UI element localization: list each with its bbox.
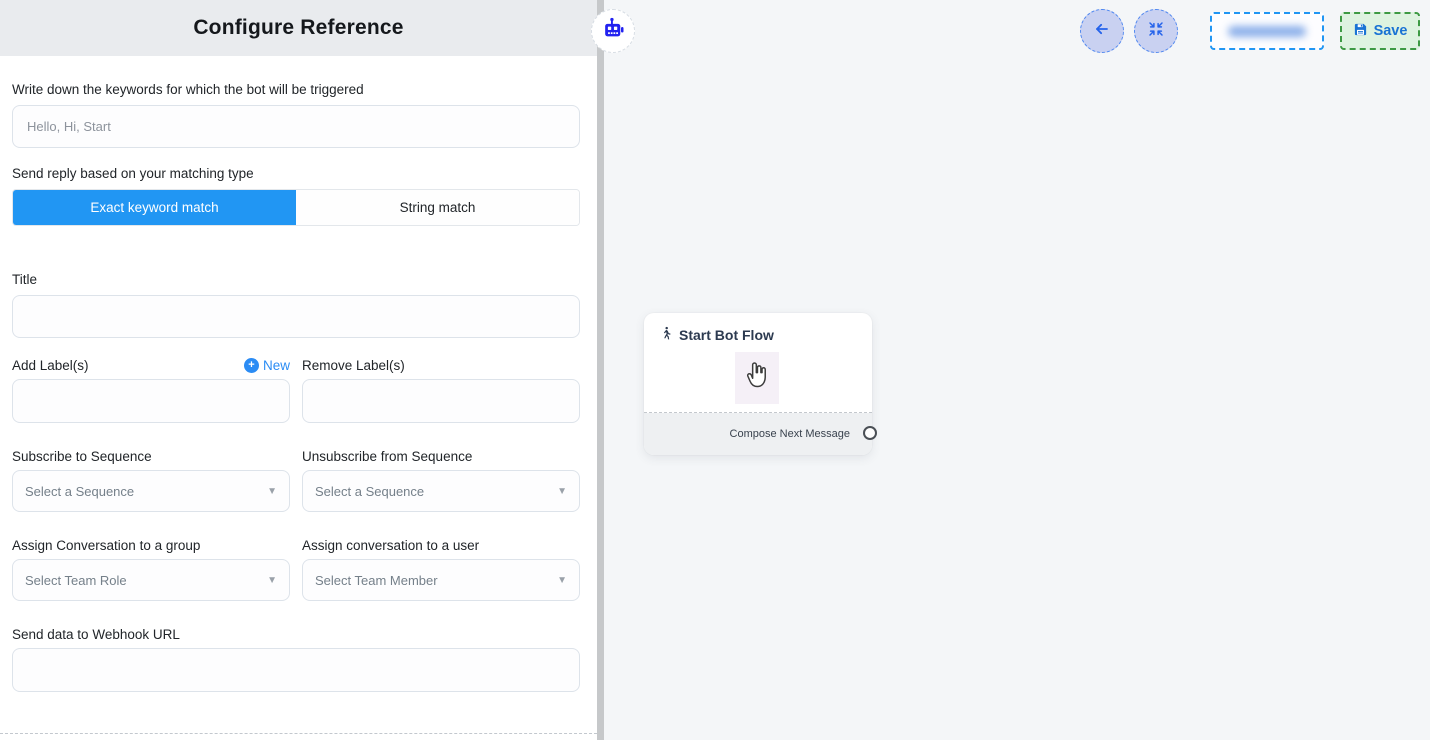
start-bot-flow-node[interactable]: Start Bot Flow Compose Next Message [644, 313, 872, 455]
assign-label-row: Assign Conversation to a group Assign co… [12, 538, 580, 553]
labels-input-row [12, 379, 580, 423]
remove-labels-label: Remove Label(s) [302, 358, 580, 373]
matching-type-toggle: Exact keyword match String match [12, 189, 580, 226]
chevron-down-icon: ▼ [557, 575, 567, 586]
page-title: Configure Reference [193, 16, 403, 40]
assign-select-row: Select Team Role ▼ Select Team Member ▼ [12, 553, 580, 601]
new-label-link[interactable]: + New [244, 358, 290, 373]
assign-user-value: Select Team Member [315, 573, 438, 588]
walking-person-icon [659, 325, 673, 344]
subscribe-sequence-value: Select a Sequence [25, 484, 134, 499]
panel-header: Configure Reference [0, 0, 597, 56]
robot-icon [601, 16, 626, 46]
app-window: Configure Reference Write down the keywo… [0, 0, 1430, 740]
chevron-down-icon: ▼ [557, 486, 567, 497]
scrollbar-thumb[interactable] [597, 0, 604, 740]
flow-canvas[interactable]: Save Start Bot Flow [604, 0, 1430, 740]
remove-labels-input[interactable] [302, 379, 580, 423]
title-label: Title [12, 272, 580, 287]
add-labels-input[interactable] [12, 379, 290, 423]
cursor-highlight-zone [735, 352, 779, 404]
panel-scrollbar[interactable] [597, 0, 604, 740]
unsubscribe-sequence-value: Select a Sequence [315, 484, 424, 499]
assign-group-label: Assign Conversation to a group [12, 538, 290, 553]
back-arrow-icon [1092, 19, 1112, 44]
assign-group-select[interactable]: Select Team Role ▼ [12, 559, 290, 601]
keywords-input[interactable] [12, 105, 580, 148]
hand-cursor-icon [743, 360, 771, 397]
compress-view-button[interactable] [1134, 9, 1178, 53]
save-button-label: Save [1374, 23, 1408, 39]
sequence-label-row: Subscribe to Sequence Unsubscribe from S… [12, 449, 580, 464]
string-match-option[interactable]: String match [296, 190, 579, 225]
sequence-select-row: Select a Sequence ▼ Select a Sequence ▼ [12, 464, 580, 512]
save-icon [1353, 22, 1368, 41]
exact-keyword-match-option[interactable]: Exact keyword match [13, 190, 296, 225]
node-title: Start Bot Flow [679, 327, 774, 343]
panel-bottom-dashed-divider [0, 733, 597, 734]
compress-icon [1147, 20, 1165, 43]
new-label-text: New [263, 358, 290, 373]
webhook-input[interactable] [12, 648, 580, 692]
chevron-down-icon: ▼ [267, 575, 277, 586]
subscribe-sequence-select[interactable]: Select a Sequence ▼ [12, 470, 290, 512]
redacted-action-button[interactable] [1210, 12, 1324, 50]
panel-body: Write down the keywords for which the bo… [0, 56, 597, 692]
assign-user-select[interactable]: Select Team Member ▼ [302, 559, 580, 601]
add-labels-label: Add Label(s) [12, 358, 89, 373]
unsubscribe-sequence-label: Unsubscribe from Sequence [302, 449, 580, 464]
node-header: Start Bot Flow [644, 313, 872, 344]
back-button[interactable] [1080, 9, 1124, 53]
matching-type-label: Send reply based on your matching type [12, 166, 580, 181]
labels-label-row: Add Label(s) + New Remove Label(s) [12, 358, 580, 373]
plus-icon: + [244, 358, 259, 373]
connector-port[interactable] [863, 426, 877, 440]
chevron-down-icon: ▼ [267, 486, 277, 497]
subscribe-sequence-label: Subscribe to Sequence [12, 449, 290, 464]
node-footer: Compose Next Message [644, 413, 872, 455]
assign-group-value: Select Team Role [25, 573, 127, 588]
bot-avatar[interactable] [591, 9, 635, 53]
canvas-toolbar: Save [1080, 9, 1420, 53]
unsubscribe-sequence-select[interactable]: Select a Sequence ▼ [302, 470, 580, 512]
redacted-label-blur [1228, 26, 1306, 37]
save-button[interactable]: Save [1340, 12, 1420, 50]
assign-user-label: Assign conversation to a user [302, 538, 580, 553]
keywords-label: Write down the keywords for which the bo… [12, 82, 580, 97]
webhook-label: Send data to Webhook URL [12, 627, 580, 642]
configure-reference-panel: Configure Reference Write down the keywo… [0, 0, 597, 740]
title-input[interactable] [12, 295, 580, 338]
compose-next-message-label: Compose Next Message [730, 428, 850, 440]
